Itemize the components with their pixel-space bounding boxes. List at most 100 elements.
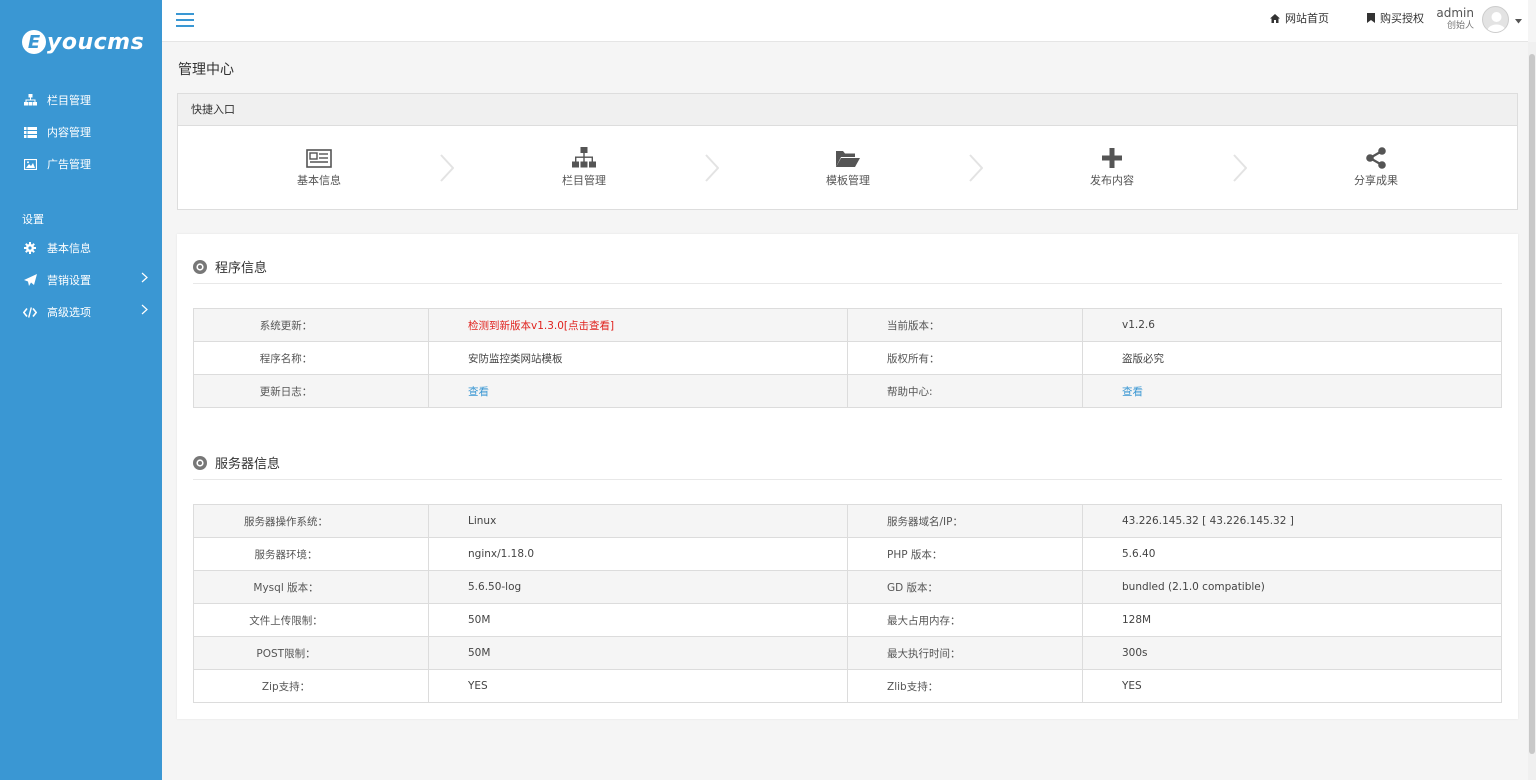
table-cell: 128M [1082, 603, 1502, 637]
sidebar-item-advanced[interactable]: 高级选项 [0, 296, 162, 328]
table-row: 更新日志： 查看 帮助中心: 查看 [193, 374, 1502, 408]
table-cell: 帮助中心: [847, 374, 1083, 408]
table-cell: 版权所有： [847, 341, 1083, 375]
share-icon [1316, 146, 1436, 170]
quick-basic-info[interactable]: 基本信息 [259, 146, 379, 188]
table-cell: PHP 版本： [847, 537, 1083, 571]
server-info-heading: 服务器信息 [193, 453, 280, 472]
program-info-table: 系统更新： 检测到新版本v1.3.0[点击查看] 当前版本： v1.2.6 程序… [193, 308, 1502, 408]
table-row: Zip支持： YES Zlib支持： YES [193, 669, 1502, 703]
table-cell: POST限制： [193, 636, 429, 670]
table-cell: 当前版本： [847, 308, 1083, 342]
logo-text: youcms [47, 29, 145, 55]
sidebar-item-basic-info[interactable]: 基本信息 [0, 232, 162, 264]
sidebar-item-columns[interactable]: 栏目管理 [0, 84, 162, 116]
plus-icon [1052, 146, 1172, 170]
buy-license-label: 购买授权 [1380, 12, 1424, 25]
sidebar-section-settings: 设置 [22, 213, 44, 226]
sitemap-icon [22, 94, 38, 106]
quick-share[interactable]: 分享成果 [1316, 146, 1436, 188]
table-row: 文件上传限制： 50M 最大占用内存： 128M [193, 603, 1502, 637]
top-bar: 网站首页 购买授权 admin 创始人 [162, 0, 1528, 42]
program-info-title: 程序信息 [215, 261, 268, 276]
logo[interactable]: E youcms [0, 0, 162, 84]
table-cell: 更新日志： [193, 374, 429, 408]
sidebar: E youcms 栏目管理 内容管理 广告管理 设置 基本信息 营销设置 高级选… [0, 0, 162, 780]
table-cell: 5.6.40 [1082, 537, 1502, 571]
quick-label: 基本信息 [297, 174, 341, 187]
divider [193, 283, 1502, 284]
table-row: POST限制： 50M 最大执行时间： 300s [193, 636, 1502, 670]
chevron-right-icon [705, 154, 719, 182]
page-scrollbar[interactable] [1528, 42, 1536, 780]
table-cell: 50M [428, 603, 848, 637]
scrollbar-thumb[interactable] [1529, 54, 1535, 754]
table-cell: 5.6.50-log [428, 570, 848, 604]
sidebar-item-marketing[interactable]: 营销设置 [0, 264, 162, 296]
table-cell: GD 版本： [847, 570, 1083, 604]
sitemap-icon [524, 146, 644, 170]
website-home-link[interactable]: 网站首页 [1270, 10, 1329, 26]
quick-templates[interactable]: 模板管理 [788, 146, 908, 188]
chevron-right-icon [1233, 154, 1247, 182]
table-row: 系统更新： 检测到新版本v1.3.0[点击查看] 当前版本： v1.2.6 [193, 308, 1502, 342]
quick-entry-panel: 快捷入口 基本信息 栏目管理 模板管理 发布内容 分享成果 [177, 93, 1518, 210]
user-name: admin [1436, 5, 1474, 20]
table-cell: 服务器环境： [193, 537, 429, 571]
sidebar-item-ads[interactable]: 广告管理 [0, 148, 162, 180]
bookmark-icon [1367, 13, 1375, 23]
image-icon [22, 158, 38, 170]
quick-label: 分享成果 [1354, 174, 1398, 187]
table-cell: Mysql 版本： [193, 570, 429, 604]
table-cell: nginx/1.18.0 [428, 537, 848, 571]
gear-icon [22, 242, 38, 254]
website-home-label: 网站首页 [1285, 12, 1329, 25]
paper-plane-icon [22, 274, 38, 286]
logo-mark: E [22, 30, 46, 54]
chevron-right-icon [969, 154, 983, 182]
table-cell: 程序名称： [193, 341, 429, 375]
quick-label: 栏目管理 [562, 174, 606, 187]
sidebar-item-label: 高级选项 [47, 306, 91, 319]
gear-icon [193, 455, 207, 470]
quick-columns[interactable]: 栏目管理 [524, 146, 644, 188]
user-role: 创始人 [1446, 20, 1474, 31]
divider [193, 479, 1502, 480]
table-cell: 服务器操作系统： [193, 504, 429, 538]
main-content: 管理中心 快捷入口 基本信息 栏目管理 模板管理 发布内容 分享成果 程序信息 … [162, 42, 1528, 780]
table-cell: 最大占用内存： [847, 603, 1083, 637]
sidebar-item-content[interactable]: 内容管理 [0, 116, 162, 148]
table-row: 服务器操作系统： Linux 服务器域名/IP： 43.226.145.32 [… [193, 504, 1502, 538]
server-info-table: 服务器操作系统： Linux 服务器域名/IP： 43.226.145.32 [… [193, 504, 1502, 703]
table-cell: 最大执行时间： [847, 636, 1083, 670]
info-panel: 程序信息 系统更新： 检测到新版本v1.3.0[点击查看] 当前版本： v1.2… [177, 234, 1518, 719]
chevron-right-icon [141, 304, 148, 318]
table-cell: Zlib支持： [847, 669, 1083, 703]
avatar [1482, 6, 1509, 33]
user-menu[interactable]: admin 创始人 [1436, 6, 1522, 33]
table-cell: 系统更新： [193, 308, 429, 342]
table-cell: YES [428, 669, 848, 703]
quick-label: 模板管理 [826, 174, 870, 187]
program-info-heading: 程序信息 [193, 257, 267, 276]
table-cell: bundled (2.1.0 compatible) [1082, 570, 1502, 604]
table-cell: 服务器域名/IP： [847, 504, 1083, 538]
changelog-view-link[interactable]: 查看 [428, 374, 848, 408]
table-cell: 43.226.145.32 [ 43.226.145.32 ] [1082, 504, 1502, 538]
help-center-view-link[interactable]: 查看 [1082, 374, 1502, 408]
chevron-right-icon [440, 154, 454, 182]
buy-license-link[interactable]: 购买授权 [1367, 10, 1424, 26]
sidebar-item-label: 基本信息 [47, 242, 91, 255]
quick-entry-title: 快捷入口 [178, 94, 1517, 126]
table-cell: 50M [428, 636, 848, 670]
home-icon [1270, 13, 1280, 23]
sidebar-item-label: 广告管理 [47, 158, 91, 171]
table-row: Mysql 版本： 5.6.50-log GD 版本： bundled (2.1… [193, 570, 1502, 604]
code-icon [22, 306, 38, 318]
sidebar-item-label: 栏目管理 [47, 94, 91, 107]
chevron-right-icon [141, 272, 148, 286]
table-cell: 盗版必究 [1082, 341, 1502, 375]
update-check-link[interactable]: 检测到新版本v1.3.0[点击查看] [428, 308, 848, 342]
menu-toggle-icon[interactable] [176, 13, 194, 28]
quick-publish-content[interactable]: 发布内容 [1052, 146, 1172, 188]
